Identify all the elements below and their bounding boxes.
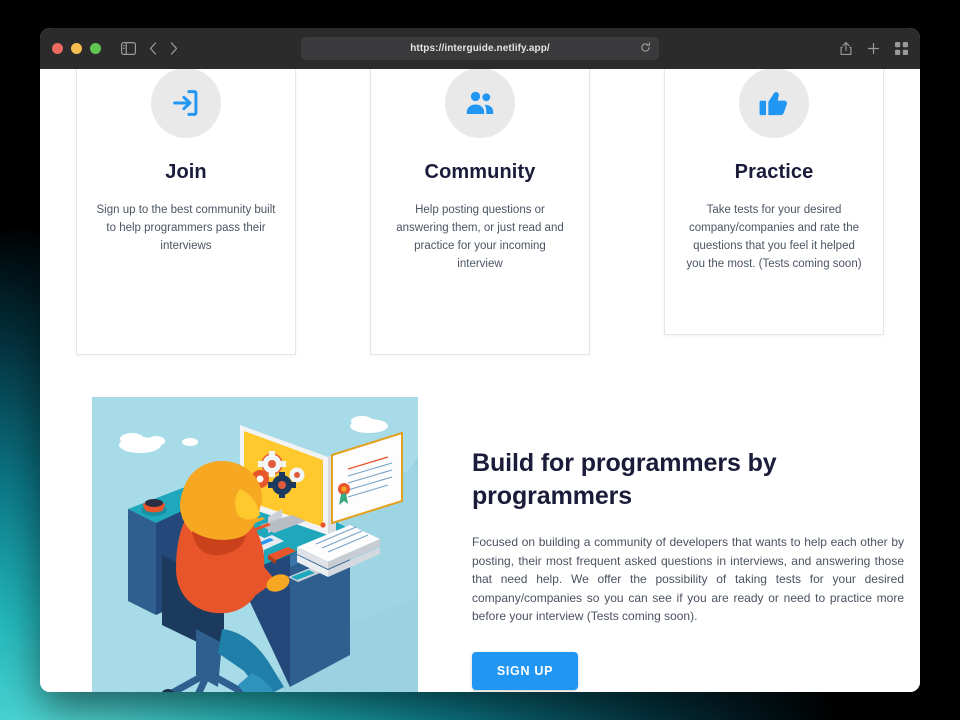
back-chevron-icon[interactable] <box>149 42 157 55</box>
sign-up-button[interactable]: SIGN UP <box>472 651 578 690</box>
hero-paragraph: Focused on building a community of devel… <box>472 535 904 623</box>
maximize-window-button[interactable] <box>90 43 101 54</box>
url-text: https://interguide.netlify.app/ <box>410 43 550 54</box>
close-window-button[interactable] <box>52 43 63 54</box>
browser-actions-group <box>840 41 908 56</box>
window-traffic-lights <box>52 43 101 54</box>
page-title: Build for programmers by programmers <box>472 449 777 510</box>
address-bar[interactable]: https://interguide.netlify.app/ <box>301 37 659 60</box>
people-group-icon <box>445 69 515 138</box>
reload-icon[interactable] <box>640 40 651 58</box>
feature-cards-row: Join Sign up to the best community built… <box>76 69 884 355</box>
forward-chevron-icon[interactable] <box>170 42 178 55</box>
page-viewport: Join Sign up to the best community built… <box>40 69 920 692</box>
browser-window: https://interguide.netlify.app/ Join Sig… <box>40 28 920 692</box>
browser-titlebar: https://interguide.netlify.app/ <box>40 28 920 69</box>
hero-section: Build for programmers by programmers Foc… <box>92 397 904 692</box>
hero-text-block: Build for programmers by programmers Foc… <box>472 397 904 690</box>
feature-card-title: Practice <box>734 161 814 183</box>
login-arrow-icon <box>151 69 221 138</box>
feature-card-community[interactable]: Community Help posting questions or answ… <box>370 69 590 355</box>
feature-card-title: Community <box>424 161 536 183</box>
feature-card-join[interactable]: Join Sign up to the best community built… <box>76 69 296 355</box>
page-scrollbar[interactable] <box>914 69 920 692</box>
tab-grid-icon[interactable] <box>895 42 908 55</box>
feature-card-description: Sign up to the best community built to h… <box>96 204 276 252</box>
developer-desk-illustration <box>92 397 418 692</box>
share-icon[interactable] <box>840 41 852 56</box>
feature-card-description: Help posting questions or answering them… <box>396 204 564 270</box>
thumbs-up-icon <box>739 69 809 138</box>
minimize-window-button[interactable] <box>71 43 82 54</box>
sidebar-toggle-icon[interactable] <box>121 42 136 55</box>
feature-card-practice[interactable]: Practice Take tests for your desired com… <box>664 69 884 335</box>
plus-icon[interactable] <box>867 42 880 55</box>
feature-card-description: Take tests for your desired company/comp… <box>686 204 862 270</box>
browser-nav-group <box>121 42 178 55</box>
feature-card-title: Join <box>165 161 207 183</box>
